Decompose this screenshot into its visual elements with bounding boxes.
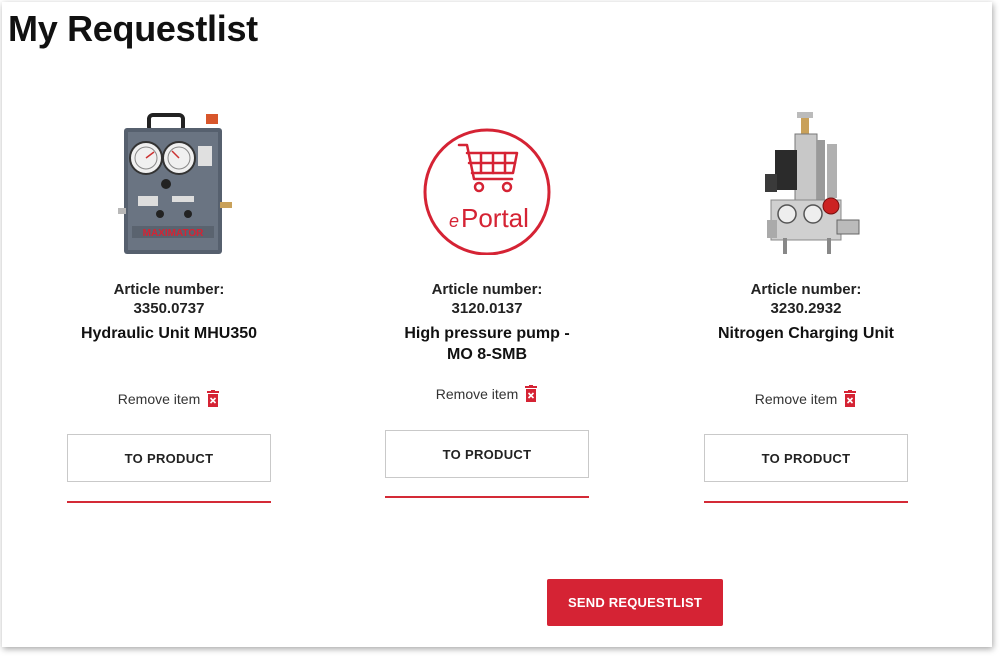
remove-item-link[interactable]: Remove item bbox=[385, 385, 589, 403]
nitrogen-charging-unit-image bbox=[765, 112, 860, 254]
remove-item-link[interactable]: Remove item bbox=[704, 390, 908, 408]
eportal-logo-image: e Portal bbox=[423, 128, 551, 255]
product-name: Hydraulic Unit MHU350 bbox=[80, 325, 258, 342]
remove-item-link[interactable]: Remove item bbox=[67, 390, 271, 408]
product-name: High pressure pump - MO 8-SMB bbox=[385, 323, 589, 365]
hydraulic-unit-image: MAXIMATOR bbox=[118, 113, 232, 254]
article-number: 3120.0137 bbox=[451, 300, 523, 317]
remove-item-label: Remove item bbox=[435, 386, 519, 402]
item-divider bbox=[385, 496, 589, 498]
eportal-logo-text: Portal bbox=[461, 203, 529, 233]
product-name: Nitrogen Charging Unit bbox=[718, 325, 894, 342]
eportal-logo-letter: e bbox=[449, 211, 459, 231]
product-image-high-pressure-pump[interactable]: e Portal bbox=[385, 110, 589, 260]
product-name-line-1: High pressure pump - bbox=[404, 325, 570, 342]
article-number-label: Article number: bbox=[431, 281, 543, 298]
product-image-hydraulic-unit[interactable]: MAXIMATOR bbox=[67, 110, 271, 260]
product-image-nitrogen-charging-unit[interactable] bbox=[704, 110, 908, 260]
trash-icon bbox=[525, 385, 538, 402]
article-number-label: Article number: bbox=[113, 281, 225, 298]
remove-item-label: Remove item bbox=[117, 391, 201, 407]
article-number: 3350.0737 bbox=[133, 300, 205, 317]
item-divider bbox=[704, 501, 908, 503]
product-name-line-2: MO 8-SMB bbox=[447, 346, 527, 363]
brand-logo: MAXIMATOR bbox=[143, 228, 205, 239]
remove-item-label: Remove item bbox=[754, 391, 838, 407]
page-title: My Requestlist bbox=[8, 8, 258, 49]
to-product-button[interactable]: TO PRODUCT bbox=[704, 434, 908, 482]
article-number-label: Article number: bbox=[750, 281, 862, 298]
to-product-button[interactable]: TO PRODUCT bbox=[385, 430, 589, 478]
send-requestlist-button[interactable]: SEND REQUESTLIST bbox=[547, 579, 723, 626]
item-divider bbox=[67, 501, 271, 503]
trash-icon bbox=[207, 390, 220, 407]
to-product-button[interactable]: TO PRODUCT bbox=[67, 434, 271, 482]
trash-icon bbox=[844, 390, 857, 407]
article-number: 3230.2932 bbox=[770, 300, 842, 317]
